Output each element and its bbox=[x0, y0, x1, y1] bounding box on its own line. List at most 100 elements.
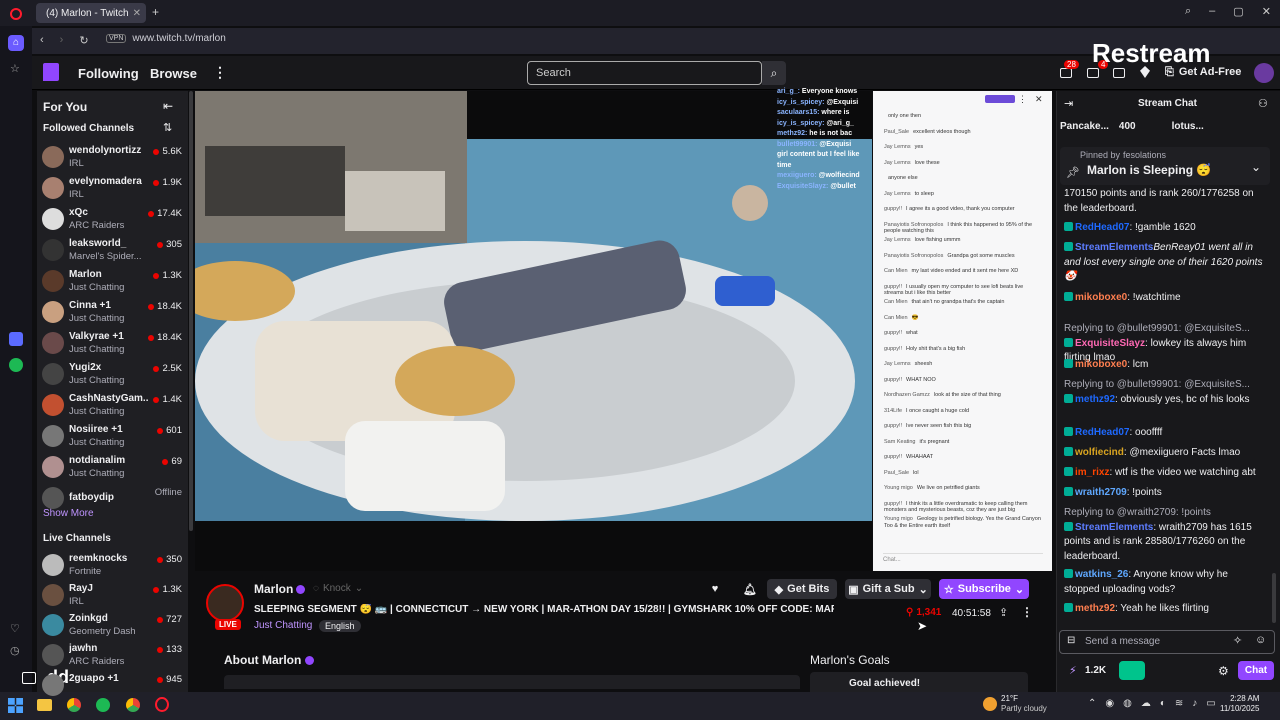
chat-username[interactable]: StreamElements bbox=[1075, 522, 1153, 533]
twitch-logo-icon[interactable] bbox=[43, 63, 59, 81]
chat-scrollbar[interactable] bbox=[1272, 573, 1276, 623]
sidebar-channel[interactable]: Cinna +1 Just Chatting 18.4K bbox=[42, 297, 182, 327]
chat-message[interactable]: watkins_26: Anyone know why he stopped u… bbox=[1064, 568, 1264, 597]
whispers-icon[interactable] bbox=[1113, 68, 1125, 78]
spotify-icon[interactable] bbox=[9, 358, 23, 372]
volume-icon[interactable]: ♪ bbox=[1192, 698, 1197, 709]
user-avatar[interactable] bbox=[1254, 63, 1274, 83]
sidebar-channel[interactable]: evelynomadera IRL 1.9K bbox=[42, 173, 182, 203]
chat-send-button[interactable]: Chat bbox=[1238, 661, 1274, 680]
streamer-avatar[interactable] bbox=[206, 584, 244, 622]
emote-icon[interactable]: ☺ bbox=[1255, 634, 1266, 646]
vpn-badge[interactable]: VPN bbox=[106, 34, 127, 43]
points-icon[interactable]: ⚡︎ bbox=[1069, 664, 1077, 677]
close-tab-icon[interactable]: ✕ bbox=[133, 8, 141, 19]
share-icon[interactable]: ⇪ bbox=[999, 606, 1008, 619]
chat-message[interactable]: StreamElementsBenReay01 went all in and … bbox=[1064, 241, 1264, 285]
sidebar-channel[interactable]: leaksworld_ Marvel's Spider... 305 bbox=[42, 235, 182, 265]
chevron-up-icon[interactable]: ⌃ bbox=[1088, 698, 1096, 709]
home-icon[interactable]: ⌂ bbox=[8, 35, 24, 51]
sidebar-channel[interactable]: Valkyrae +1 Just Chatting 18.4K bbox=[42, 328, 182, 358]
sidebar-channel[interactable]: 2guapo +1 945 bbox=[42, 670, 182, 700]
more-menu-icon[interactable]: ⋮ bbox=[213, 64, 227, 81]
star-icon[interactable]: ☆ bbox=[10, 62, 20, 75]
chat-username[interactable]: ExquisiteSlayz bbox=[1075, 338, 1145, 349]
chat-message[interactable]: wraith2709: !points bbox=[1064, 486, 1264, 501]
chat-message[interactable]: 170150 points and is rank 260/1776258 on… bbox=[1064, 187, 1264, 216]
chat-username[interactable]: RedHead07 bbox=[1075, 222, 1129, 233]
battery-icon[interactable]: ▭ bbox=[1206, 698, 1215, 709]
language-tag[interactable]: English bbox=[319, 620, 361, 632]
sidebar-channel[interactable]: xQc ARC Raiders 17.4K bbox=[42, 204, 182, 234]
sidebar-channel[interactable]: jawhn ARC Raiders 133 bbox=[42, 640, 182, 670]
heart-icon[interactable]: ♡ bbox=[10, 622, 20, 635]
following-link[interactable]: Following bbox=[78, 66, 139, 81]
video-player[interactable] bbox=[195, 91, 872, 571]
chat-message[interactable]: mikoboxe0: !watchtime bbox=[1064, 291, 1264, 306]
chevron-down-icon[interactable]: ⌄ bbox=[1251, 160, 1261, 174]
clock[interactable]: 2:28 AM 11/10/2025 bbox=[1220, 694, 1259, 715]
tray-app-icon[interactable]: ◍ bbox=[1123, 698, 1132, 709]
chrome-alt-icon[interactable] bbox=[126, 698, 140, 712]
chat-username[interactable]: methz92 bbox=[1075, 603, 1115, 614]
prime-icon[interactable] bbox=[1060, 68, 1072, 78]
sidebar-channel[interactable]: fatboydip Offline bbox=[42, 483, 182, 513]
chat-message[interactable]: im_rixz: wtf is the video we watching ab… bbox=[1064, 466, 1264, 481]
sidebar-channel[interactable]: RayJ IRL 1.3K bbox=[42, 580, 182, 610]
back-icon[interactable]: ‹ bbox=[40, 34, 44, 47]
chrome-icon[interactable] bbox=[67, 698, 81, 712]
settings-icon[interactable]: ⚙ bbox=[1218, 664, 1229, 678]
spotify-taskbar-icon[interactable] bbox=[96, 698, 110, 712]
browse-link[interactable]: Browse bbox=[150, 66, 197, 81]
chat-username[interactable]: wolfiecind bbox=[1075, 447, 1124, 458]
search-tabs-icon[interactable]: ⌕ bbox=[1185, 5, 1191, 18]
chat-username[interactable]: watkins_26 bbox=[1075, 569, 1128, 580]
aria-icon[interactable] bbox=[9, 332, 23, 346]
sidebar-scrollbar[interactable] bbox=[189, 91, 193, 531]
chat-username[interactable]: im_rixz bbox=[1075, 467, 1109, 478]
chat-message[interactable]: wolfiecind: @mexiiguero Facts lmao bbox=[1064, 446, 1264, 461]
collapse-sidebar-icon[interactable]: ⇤ bbox=[163, 99, 173, 113]
category-link[interactable]: Just Chatting bbox=[254, 620, 312, 631]
chat-message[interactable]: Replying to @bullet99901: @ExquisiteS...… bbox=[1064, 378, 1264, 407]
chat-username[interactable]: methz92 bbox=[1075, 394, 1115, 405]
channel-points-button[interactable] bbox=[1119, 661, 1145, 680]
sidebar-channel[interactable]: Marlon Just Chatting 1.3K bbox=[42, 266, 182, 296]
notifications-bell-button[interactable]: 🔔︎ bbox=[738, 579, 762, 599]
sidebar-channel[interactable]: Yugi2x Just Chatting 2.5K bbox=[42, 359, 182, 389]
chat-message[interactable]: methz92: Yeah he likes flirting bbox=[1064, 602, 1264, 617]
chat-message[interactable]: Replying to @wraith2709: !points StreamEl… bbox=[1064, 506, 1264, 564]
chat-username[interactable]: RedHead07 bbox=[1075, 427, 1129, 438]
more-options-icon[interactable]: ⋮ bbox=[1021, 605, 1033, 619]
search-icon[interactable]: ⌕ bbox=[762, 61, 786, 85]
get-bits-button[interactable]: ◆ Get Bits bbox=[767, 579, 837, 599]
opera-logo-icon[interactable] bbox=[10, 8, 22, 20]
tray-app-icon[interactable]: ◉ bbox=[1105, 698, 1114, 709]
sidebar-channel[interactable]: CashNastyGam... Just Chatting 1.4K bbox=[42, 390, 182, 420]
chat-message[interactable]: mikoboxe0: lcm bbox=[1064, 358, 1264, 373]
history-icon[interactable]: ◷ bbox=[10, 644, 20, 657]
sidebar-channel[interactable]: wendolynortizz IRL 5.6K bbox=[42, 142, 182, 172]
sort-icon[interactable]: ⇅ bbox=[163, 121, 172, 134]
file-explorer-icon[interactable] bbox=[37, 699, 52, 711]
sidebar-channel[interactable]: Nosiiree +1 Just Chatting 601 bbox=[42, 421, 182, 451]
leader1-name[interactable]: Pancake... bbox=[1060, 121, 1109, 137]
get-ad-free-button[interactable]: ⎘ Get Ad-Free bbox=[1165, 66, 1241, 79]
tray-app-icon[interactable]: ☁ bbox=[1141, 698, 1151, 709]
new-tab-button[interactable]: + bbox=[152, 5, 159, 19]
close-window-icon[interactable]: ✕ bbox=[1262, 5, 1271, 18]
users-icon[interactable]: ⚇ bbox=[1258, 97, 1268, 110]
inbox-icon[interactable] bbox=[1087, 68, 1099, 78]
channel-name[interactable]: Marlon bbox=[254, 582, 293, 596]
tray-app-icon[interactable]: ◐ bbox=[1160, 698, 1166, 709]
wifi-icon[interactable]: ≋ bbox=[1175, 698, 1183, 709]
leader2-name[interactable]: lotus... bbox=[1172, 121, 1204, 137]
chat-username[interactable]: wraith2709 bbox=[1075, 487, 1127, 498]
chat-username[interactable]: StreamElements bbox=[1075, 242, 1153, 253]
collapse-chat-icon[interactable]: ⇥ bbox=[1064, 97, 1073, 110]
weather-widget[interactable]: 21°F Partly cloudy bbox=[983, 694, 1047, 713]
chat-username[interactable]: mikoboxe0 bbox=[1075, 359, 1127, 370]
sidebar-channel[interactable]: Zoinkgd Geometry Dash 727 bbox=[42, 610, 182, 640]
chat-username[interactable]: mikoboxe0 bbox=[1075, 292, 1127, 303]
browser-tab[interactable]: (4) Marlon - Twitch ✕ bbox=[36, 3, 146, 23]
